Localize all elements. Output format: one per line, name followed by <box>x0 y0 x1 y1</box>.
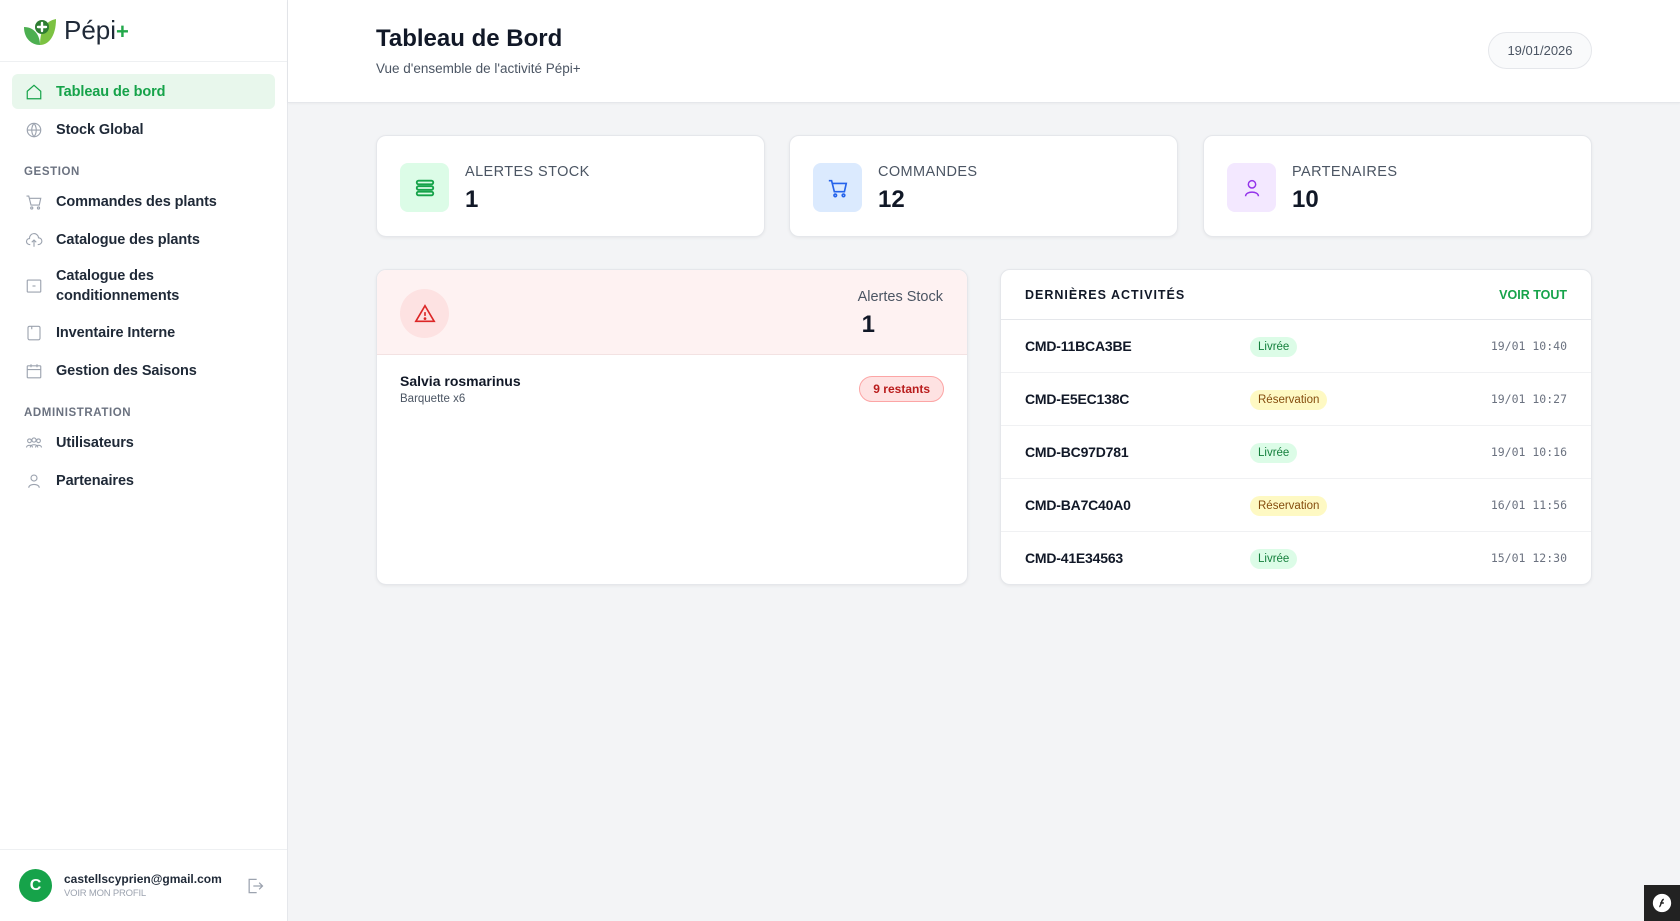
stat-value: 12 <box>878 186 905 213</box>
user-info: castellscyprien@gmail.com VOIR MON PROFI… <box>64 872 222 899</box>
app-logo[interactable]: Pépi+ <box>0 0 287 62</box>
home-icon <box>24 82 44 102</box>
activity-row[interactable]: CMD-BA7C40A0 Réservation 16/01 11:56 <box>1001 479 1591 532</box>
section-label-administration: ADMINISTRATION <box>24 407 132 419</box>
view-all-link[interactable]: VOIR TOUT <box>1499 288 1567 302</box>
sidebar-item-catalogue-plants[interactable]: Catalogue des plants <box>12 222 275 257</box>
sidebar-item-label: Commandes des plants <box>56 193 217 210</box>
sidebar-item-gestion-saisons[interactable]: Gestion des Saisons <box>12 353 275 388</box>
recent-activities-panel: DERNIÈRES ACTIVITÉS VOIR TOUT CMD-11BCA3… <box>1000 269 1592 585</box>
activities-title: DERNIÈRES ACTIVITÉS <box>1025 288 1186 302</box>
server-icon <box>400 163 449 212</box>
stat-value: 1 <box>465 186 479 213</box>
stat-value: 10 <box>1292 186 1319 213</box>
cart-icon <box>24 192 44 212</box>
stat-label: COMMANDES <box>878 164 978 180</box>
stat-card-commandes[interactable]: COMMANDES 12 <box>789 135 1178 237</box>
date-badge: 19/01/2026 <box>1488 32 1592 69</box>
sidebar-item-label: Catalogue des plants <box>56 231 200 248</box>
page-title: Tableau de Bord <box>376 25 563 52</box>
activity-row[interactable]: CMD-11BCA3BE Livrée 19/01 10:40 <box>1001 320 1591 373</box>
cloud-upload-icon <box>24 230 44 250</box>
stock-alerts-panel: Alertes Stock 1 Salvia rosmarinus Barque… <box>376 269 968 585</box>
users-icon <box>24 433 44 453</box>
view-profile-link[interactable]: VOIR MON PROFIL <box>64 888 222 899</box>
sidebar-item-partenaires[interactable]: Partenaires <box>12 463 275 498</box>
order-id: CMD-11BCA3BE <box>1025 338 1132 354</box>
stat-label: ALERTES STOCK <box>465 164 590 180</box>
warning-icon <box>400 289 449 338</box>
section-label-gestion: GESTION <box>24 166 80 178</box>
status-badge: Livrée <box>1250 443 1298 463</box>
stock-alerts-header: Alertes Stock 1 <box>377 270 967 355</box>
stock-alerts-count: 1 <box>861 311 875 338</box>
sidebar-item-label: Gestion des Saisons <box>56 362 197 379</box>
avatar[interactable]: C <box>19 869 52 902</box>
sidebar-item-catalogue-conditionnements[interactable]: Catalogue des conditionnements <box>12 260 275 312</box>
activity-row[interactable]: CMD-BC97D781 Livrée 19/01 10:16 <box>1001 426 1591 479</box>
sidebar-item-label: Utilisateurs <box>56 434 134 451</box>
status-badge: Réservation <box>1250 496 1328 516</box>
user-icon <box>1227 163 1276 212</box>
activities-header: DERNIÈRES ACTIVITÉS VOIR TOUT <box>1001 270 1591 320</box>
calendar-icon <box>24 361 44 381</box>
user-icon <box>24 471 44 491</box>
status-badge: Livrée <box>1250 337 1298 357</box>
status-badge: Réservation <box>1250 390 1328 410</box>
order-id: CMD-BA7C40A0 <box>1025 497 1131 513</box>
page-subtitle: Vue d'ensemble de l'activité Pépi+ <box>376 61 581 76</box>
order-id: CMD-BC97D781 <box>1025 444 1129 460</box>
list-item[interactable]: Salvia rosmarinus Barquette x6 9 restant… <box>400 373 944 413</box>
order-time: 19/01 10:27 <box>1490 392 1567 406</box>
sidebar-item-label: Catalogue des conditionnements <box>56 268 180 304</box>
sidebar: Pépi+ Tableau de bord Stock Global GESTI… <box>0 0 288 921</box>
page-header: Tableau de Bord Vue d'ensemble de l'acti… <box>288 0 1680 103</box>
order-id: CMD-E5EC138C <box>1025 391 1130 407</box>
box-icon <box>24 276 44 296</box>
globe-icon <box>24 120 44 140</box>
order-time: 19/01 10:40 <box>1490 339 1567 353</box>
logout-icon[interactable] <box>245 876 265 896</box>
symfony-toolbar-icon[interactable] <box>1644 885 1680 921</box>
order-time: 19/01 10:16 <box>1490 445 1567 459</box>
sidebar-item-tableau-de-bord[interactable]: Tableau de bord <box>12 74 275 109</box>
stock-alerts-title: Alertes Stock <box>857 289 943 305</box>
sidebar-item-inventaire-interne[interactable]: Inventaire Interne <box>12 315 275 350</box>
order-time: 15/01 12:30 <box>1490 551 1567 565</box>
clipboard-icon <box>24 323 44 343</box>
sidebar-item-label: Partenaires <box>56 472 134 489</box>
sidebar-item-label: Stock Global <box>56 121 144 138</box>
user-profile-box: C castellscyprien@gmail.com VOIR MON PRO… <box>0 849 287 921</box>
stat-card-alertes-stock[interactable]: ALERTES STOCK 1 <box>376 135 765 237</box>
sidebar-item-label: Tableau de bord <box>56 83 166 100</box>
cart-icon <box>813 163 862 212</box>
order-id: CMD-41E34563 <box>1025 550 1123 566</box>
status-badge: Livrée <box>1250 549 1298 569</box>
order-time: 16/01 11:56 <box>1490 498 1567 512</box>
leaf-logo-icon <box>22 15 58 47</box>
remaining-badge: 9 restants <box>859 376 944 402</box>
stat-card-partenaires[interactable]: PARTENAIRES 10 <box>1203 135 1592 237</box>
app-name: Pépi+ <box>64 15 129 45</box>
sidebar-item-label: Inventaire Interne <box>56 324 176 341</box>
sidebar-item-commandes[interactable]: Commandes des plants <box>12 184 275 219</box>
stat-label: PARTENAIRES <box>1292 164 1398 180</box>
activity-row[interactable]: CMD-41E34563 Livrée 15/01 12:30 <box>1001 532 1591 584</box>
sidebar-item-utilisateurs[interactable]: Utilisateurs <box>12 425 275 460</box>
activity-row[interactable]: CMD-E5EC138C Réservation 19/01 10:27 <box>1001 373 1591 426</box>
main-nav: Tableau de bord Stock Global GESTION Com… <box>0 62 287 498</box>
sidebar-item-stock-global[interactable]: Stock Global <box>12 112 275 147</box>
user-email: castellscyprien@gmail.com <box>64 872 222 886</box>
